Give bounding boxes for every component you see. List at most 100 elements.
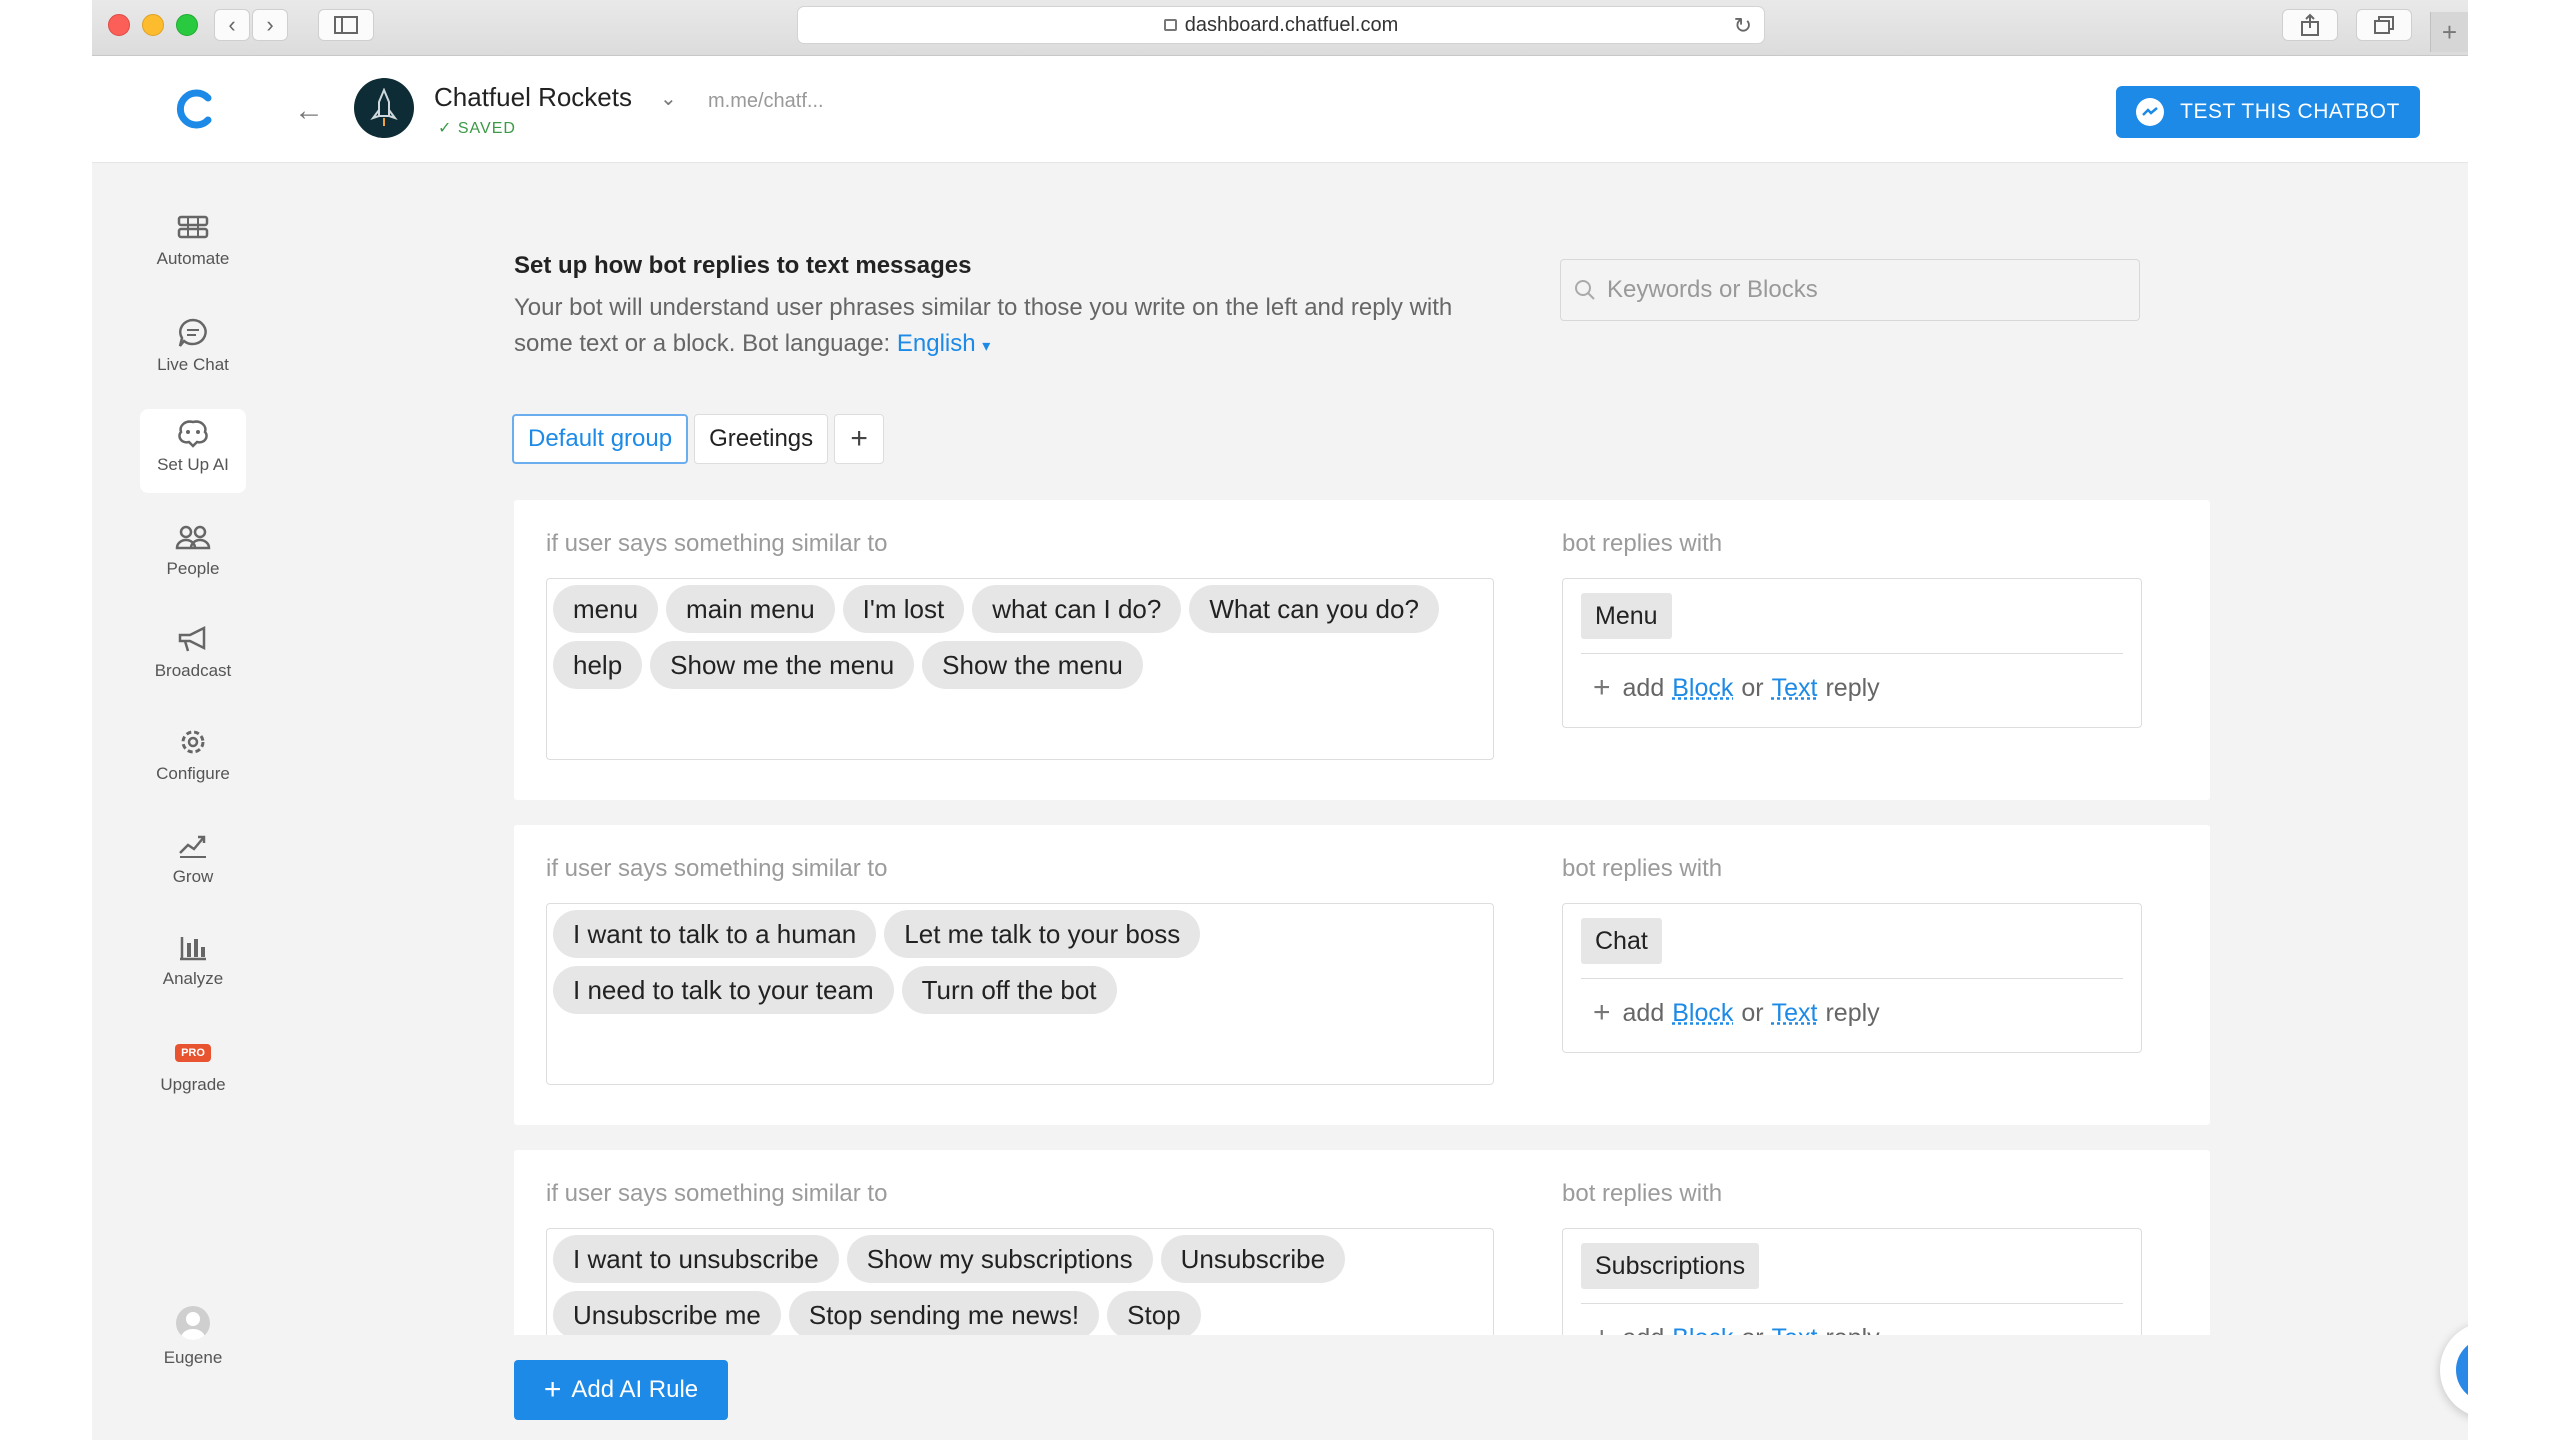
browser-toolbar: ‹ › dashboard.chatfuel.com ↻ — [92, 0, 2468, 56]
chevron-right-icon: › — [266, 12, 274, 37]
tabs-icon — [2374, 16, 2394, 34]
minimize-window-button[interactable] — [142, 14, 164, 36]
add-text-link[interactable]: Text — [1772, 674, 1818, 703]
phrase-chip[interactable]: Stop — [1107, 1291, 1201, 1339]
sidebar-icon — [334, 16, 358, 34]
page-title: Set up how bot replies to text messages — [514, 252, 972, 279]
add-ai-rule-button[interactable]: + Add AI Rule — [514, 1360, 728, 1420]
page-description: Your bot will understand user phrases si… — [514, 290, 1494, 365]
add-reply-row: + addBlockor Textreply — [1593, 671, 1880, 705]
phrase-chip[interactable]: help — [553, 641, 643, 689]
user-avatar — [176, 1306, 210, 1340]
phrase-chip[interactable]: I'm lost — [842, 585, 965, 633]
gear-icon — [181, 730, 205, 754]
phrase-chip[interactable]: what can I do? — [972, 585, 1182, 633]
phrase-chip[interactable]: What can you do? — [1189, 585, 1439, 633]
saved-status: ✓ SAVED — [438, 118, 516, 138]
close-window-button[interactable] — [108, 14, 130, 36]
sidebar-item-set-up-ai[interactable]: Set Up AI — [140, 409, 246, 493]
phrase-chip[interactable]: Stop sending me news! — [788, 1291, 1100, 1339]
ai-rule-card: if user says something similar to bot re… — [514, 500, 2210, 800]
if-user-says-label: if user says something similar to — [546, 1180, 888, 1207]
chatfuel-logo[interactable] — [172, 86, 218, 132]
chevron-down-icon[interactable]: ⌄ — [660, 86, 677, 111]
user-name: Eugene — [163, 1348, 223, 1367]
reply-block-chip[interactable]: Chat — [1581, 918, 1662, 964]
phrase-chip[interactable]: Show me the menu — [650, 641, 915, 689]
bot-replies-label: bot replies with — [1562, 855, 1723, 882]
reload-icon[interactable]: ↻ — [1734, 13, 1752, 39]
check-icon: ✓ — [438, 120, 453, 137]
reply-text: reply — [1825, 998, 1880, 1027]
browser-back-button[interactable]: ‹ — [214, 9, 250, 41]
phrase-chip[interactable]: I want to unsubscribe — [553, 1235, 839, 1283]
phrases-input[interactable]: menu main menu I'm lost what can I do? W… — [546, 578, 1494, 760]
add-block-link[interactable]: Block — [1672, 674, 1733, 703]
lock-icon — [1163, 19, 1177, 31]
test-chatbot-button[interactable]: TEST THIS CHATBOT — [2116, 86, 2420, 138]
plus-icon: + — [2441, 16, 2458, 47]
phrase-chip[interactable]: I need to talk to your team — [553, 966, 894, 1014]
bot-avatar — [354, 78, 414, 138]
phrase-chip[interactable]: Let me talk to your boss — [884, 910, 1201, 958]
url-text: dashboard.chatfuel.com — [1184, 13, 1399, 36]
phrase-chip[interactable]: Unsubscribe me — [553, 1291, 781, 1339]
phrase-chip[interactable]: I want to talk to a human — [553, 910, 877, 958]
or-text: or — [1741, 998, 1764, 1027]
divider — [1581, 653, 2123, 654]
browser-window: ‹ › dashboard.chatfuel.com ↻ ← Chatfuel … — [92, 0, 2468, 1440]
bot-name[interactable]: Chatfuel Rockets — [434, 82, 632, 113]
search-input[interactable] — [1607, 276, 2127, 304]
megaphone-icon — [178, 625, 206, 652]
add-text-link[interactable]: Text — [1772, 999, 1818, 1028]
sidebar: Automate Live Chat Set Up AI People Broa… — [92, 163, 252, 1440]
sidebar-item-label: Live Chat — [157, 355, 229, 374]
keyword-search — [1560, 259, 2140, 321]
sidebar-item-label: Analyze — [162, 969, 224, 988]
sidebar-item-grow[interactable]: Grow — [140, 821, 246, 903]
tabs-overview-button[interactable] — [2356, 9, 2412, 41]
brain-icon — [178, 420, 208, 448]
sidebar-item-live-chat[interactable]: Live Chat — [140, 309, 246, 391]
divider — [1581, 978, 2123, 979]
phrase-chip[interactable]: Show my subscriptions — [846, 1235, 1153, 1283]
zoom-window-button[interactable] — [176, 14, 198, 36]
language-selector[interactable]: English ▾ — [897, 330, 990, 357]
bot-link[interactable]: m.me/chatf... — [708, 90, 824, 113]
phrase-chip[interactable]: Turn off the bot — [901, 966, 1117, 1014]
add-block-link[interactable]: Block — [1672, 999, 1733, 1028]
user-profile[interactable]: Eugene — [140, 1306, 246, 1368]
sidebar-toggle-button[interactable] — [318, 9, 374, 41]
address-bar[interactable]: dashboard.chatfuel.com ↻ — [797, 6, 1765, 44]
tab-default-group[interactable]: Default group — [512, 414, 689, 464]
phrase-chip[interactable]: menu — [553, 585, 659, 633]
sidebar-item-automate[interactable]: Automate — [140, 203, 246, 285]
phrases-input[interactable]: I want to talk to a human Let me talk to… — [546, 903, 1494, 1085]
reply-block-chip[interactable]: Subscriptions — [1581, 1243, 1760, 1289]
automate-icon — [177, 215, 209, 239]
plus-icon: + — [1593, 996, 1611, 1029]
sidebar-item-broadcast[interactable]: Broadcast — [140, 615, 246, 697]
bot-replies-label: bot replies with — [1562, 1180, 1723, 1207]
ai-rule-card: if user says something similar to bot re… — [514, 825, 2210, 1125]
sidebar-item-upgrade[interactable]: PRO Upgrade — [140, 1029, 246, 1111]
reply-block-chip[interactable]: Menu — [1581, 593, 1672, 639]
sidebar-item-configure[interactable]: Configure — [140, 718, 246, 800]
add-group-button[interactable]: + — [834, 414, 885, 464]
phrase-chip[interactable]: main menu — [666, 585, 835, 633]
chat-bubble-icon — [178, 318, 207, 347]
share-button[interactable] — [2282, 9, 2338, 41]
sidebar-item-label: Upgrade — [160, 1075, 226, 1094]
browser-forward-button[interactable]: › — [252, 9, 288, 41]
rocket-icon — [370, 88, 398, 126]
sidebar-item-people[interactable]: People — [140, 513, 246, 595]
arrow-left-icon[interactable]: ← — [294, 94, 324, 128]
phrase-chip[interactable]: Unsubscribe — [1160, 1235, 1346, 1283]
sidebar-item-analyze[interactable]: Analyze — [140, 923, 246, 1005]
tab-greetings[interactable]: Greetings — [694, 414, 829, 464]
phrase-chip[interactable]: Show the menu — [922, 641, 1143, 689]
pro-badge: PRO — [175, 1044, 211, 1062]
if-user-says-label: if user says something similar to — [546, 855, 888, 882]
new-tab-button[interactable]: + — [2430, 12, 2468, 52]
language-value: English — [896, 330, 976, 357]
